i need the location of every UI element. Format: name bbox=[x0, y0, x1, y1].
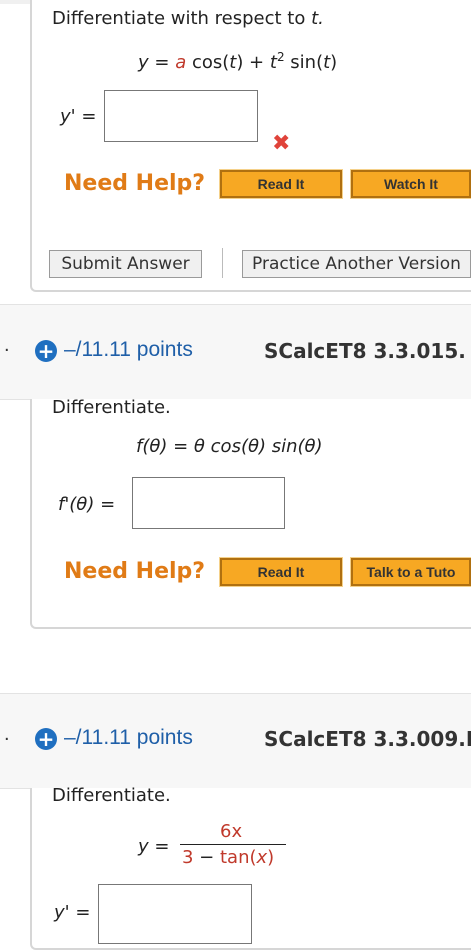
button-separator bbox=[222, 248, 223, 278]
q1-eq-sin: sin( bbox=[284, 52, 324, 73]
fraction-bar bbox=[180, 844, 286, 845]
q2-prompt: Differentiate. bbox=[52, 397, 171, 418]
q1-answer-input[interactable] bbox=[104, 90, 258, 142]
q3-lhs: y = bbox=[138, 836, 170, 857]
q3-denominator: 3 − tan(x) bbox=[182, 847, 274, 868]
q3-den-minus: − bbox=[193, 847, 220, 868]
q2-talk-to-tutor-button[interactable]: Talk to a Tuto bbox=[350, 557, 471, 587]
q3-den-3: 3 bbox=[182, 847, 194, 868]
q2-number: . bbox=[4, 334, 10, 356]
q3-reference: SCalcET8 3.3.009.M bbox=[264, 727, 471, 751]
q1-equation: y = a cos(t) + t2 sin(t) bbox=[138, 50, 337, 73]
q2-talk-to-tutor-label: Talk to a Tuto bbox=[366, 564, 456, 580]
q1-eq-lhs: y = bbox=[138, 52, 176, 73]
q3-answer-label: y' = bbox=[54, 902, 91, 923]
q2-need-help-label: Need Help? bbox=[64, 559, 206, 584]
q1-eq-cos: cos( bbox=[186, 52, 230, 73]
practice-another-version-button[interactable]: Practice Another Version bbox=[242, 250, 471, 278]
expand-plus-icon[interactable]: + bbox=[35, 728, 57, 750]
expand-plus-icon[interactable]: + bbox=[35, 340, 57, 362]
q1-watch-it-button[interactable]: Watch It bbox=[350, 169, 471, 199]
q1-prompt-var: t. bbox=[311, 8, 324, 29]
q1-read-it-label: Read It bbox=[257, 176, 305, 192]
q2-points: –/11.11 points bbox=[64, 338, 193, 361]
submit-answer-button[interactable]: Submit Answer bbox=[49, 250, 202, 278]
q2-answer-label: f'(θ) = bbox=[58, 494, 116, 515]
q2-read-it-button[interactable]: Read It bbox=[219, 557, 343, 587]
q3-numerator: 6x bbox=[220, 821, 242, 842]
q3-points: –/11.11 points bbox=[64, 726, 193, 749]
q3-answer-input[interactable] bbox=[98, 884, 252, 944]
q1-eq-a: a bbox=[175, 52, 187, 73]
q3-number: . bbox=[4, 723, 10, 745]
incorrect-icon: ✖ bbox=[272, 130, 291, 155]
q3-numerator-text: 6x bbox=[220, 821, 243, 842]
q1-eq-t2: t bbox=[269, 52, 277, 73]
q1-prompt-text: Differentiate with respect to bbox=[52, 8, 312, 29]
q2-answer-input[interactable] bbox=[132, 477, 285, 529]
q1-eq-mid: ) + bbox=[236, 52, 270, 73]
q2-read-it-label: Read It bbox=[257, 564, 305, 580]
q2-reference: SCalcET8 3.3.015. bbox=[264, 339, 466, 363]
q2-equation: f(θ) = θ cos(θ) sin(θ) bbox=[136, 436, 323, 457]
question-1-panel bbox=[30, 0, 471, 292]
q1-watch-it-label: Watch It bbox=[384, 176, 438, 192]
q3-prompt: Differentiate. bbox=[52, 785, 171, 806]
q3-den-close: ) bbox=[267, 847, 275, 868]
q1-answer-label: y' = bbox=[60, 106, 97, 127]
q1-prompt: Differentiate with respect to t. bbox=[52, 8, 324, 29]
q1-eq-exp: 2 bbox=[276, 50, 285, 64]
q1-need-help-label: Need Help? bbox=[64, 171, 206, 196]
q1-eq-close: ) bbox=[330, 52, 338, 73]
q3-den-tan: tan( bbox=[219, 847, 257, 868]
q2-equation-text: f(θ) = θ cos(θ) sin(θ) bbox=[136, 436, 323, 457]
q1-read-it-button[interactable]: Read It bbox=[219, 169, 343, 199]
q3-den-x: x bbox=[256, 847, 268, 868]
